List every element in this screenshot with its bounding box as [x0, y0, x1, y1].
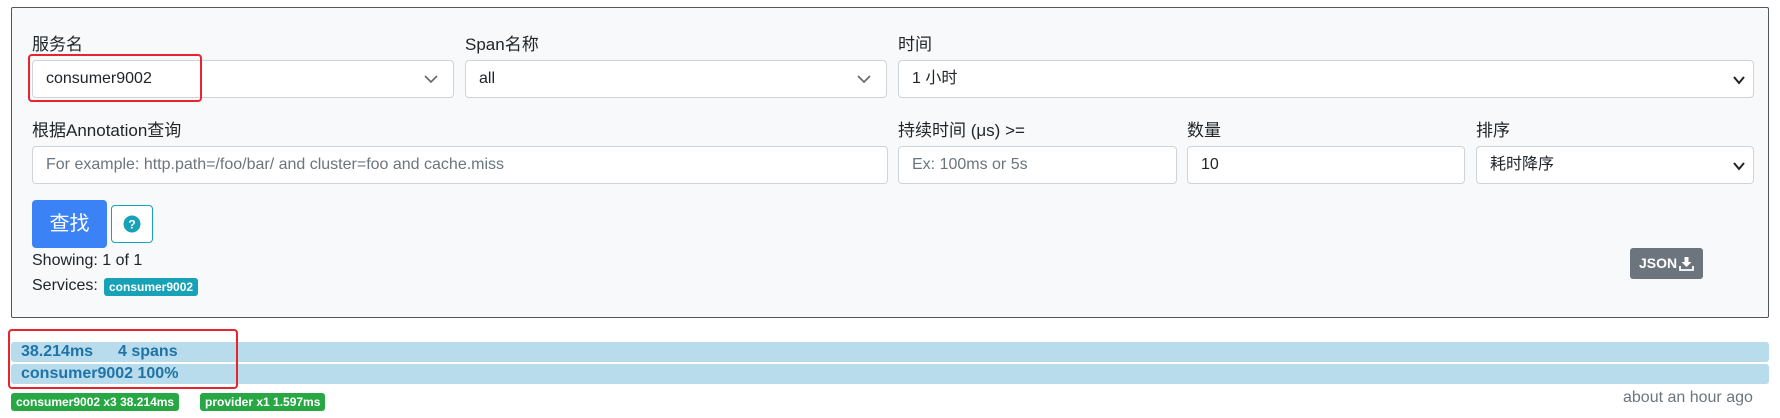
limit-input[interactable]: 10 [1187, 146, 1465, 184]
highlight-box [8, 329, 238, 389]
json-button-label: JSON [1639, 255, 1678, 271]
span-select-value: all [479, 70, 496, 87]
service-duration-badge: consumer9002 x3 38.214ms [11, 393, 180, 411]
trace-service-bar[interactable]: consumer9002 100% [11, 364, 1769, 384]
annotation-placeholder: For example: http.path=/foo/bar/ and clu… [46, 156, 505, 173]
limit-value: 10 [1201, 156, 1219, 173]
annotation-label: 根据Annotation查询 [32, 121, 182, 140]
services-label: Services: [32, 277, 98, 294]
trace-summary-bar[interactable]: 38.214ms 4 spans [11, 342, 1769, 362]
trace-timestamp: about an hour ago [1623, 389, 1753, 406]
question-circle-icon: ? [123, 215, 141, 233]
sort-select[interactable]: 耗时降序 [1476, 146, 1754, 184]
time-label: 时间 [898, 35, 932, 54]
duration-placeholder: Ex: 100ms or 5s [912, 156, 1028, 173]
chevron-down-icon [424, 75, 438, 84]
svg-text:?: ? [128, 218, 135, 232]
sort-select-value: 耗时降序 [1490, 156, 1555, 173]
download-icon [1679, 257, 1694, 271]
json-download-button[interactable]: JSON [1630, 248, 1703, 279]
annotation-query-input[interactable]: For example: http.path=/foo/bar/ and clu… [32, 146, 888, 184]
chevron-down-icon [857, 75, 871, 84]
highlight-box [28, 54, 202, 102]
service-duration-badge: provider x1 1.597ms [200, 393, 326, 411]
chevron-down-icon [1733, 162, 1745, 171]
duration-label: 持续时间 (μs) >= [898, 121, 1025, 140]
help-button[interactable]: ? [111, 205, 153, 243]
limit-label: 数量 [1187, 121, 1221, 140]
duration-input[interactable]: Ex: 100ms or 5s [898, 146, 1177, 184]
sort-label: 排序 [1476, 121, 1510, 140]
search-button[interactable]: 查找 [32, 200, 107, 248]
chevron-down-icon [1733, 76, 1745, 85]
span-select[interactable]: all [465, 60, 887, 98]
span-label: Span名称 [465, 35, 539, 54]
service-badge[interactable]: consumer9002 [104, 278, 199, 296]
service-label: 服务名 [32, 35, 83, 54]
showing-count: Showing: 1 of 1 [32, 252, 143, 269]
time-select[interactable]: 1 小时 [898, 60, 1754, 98]
time-select-value: 1 小时 [912, 70, 958, 87]
